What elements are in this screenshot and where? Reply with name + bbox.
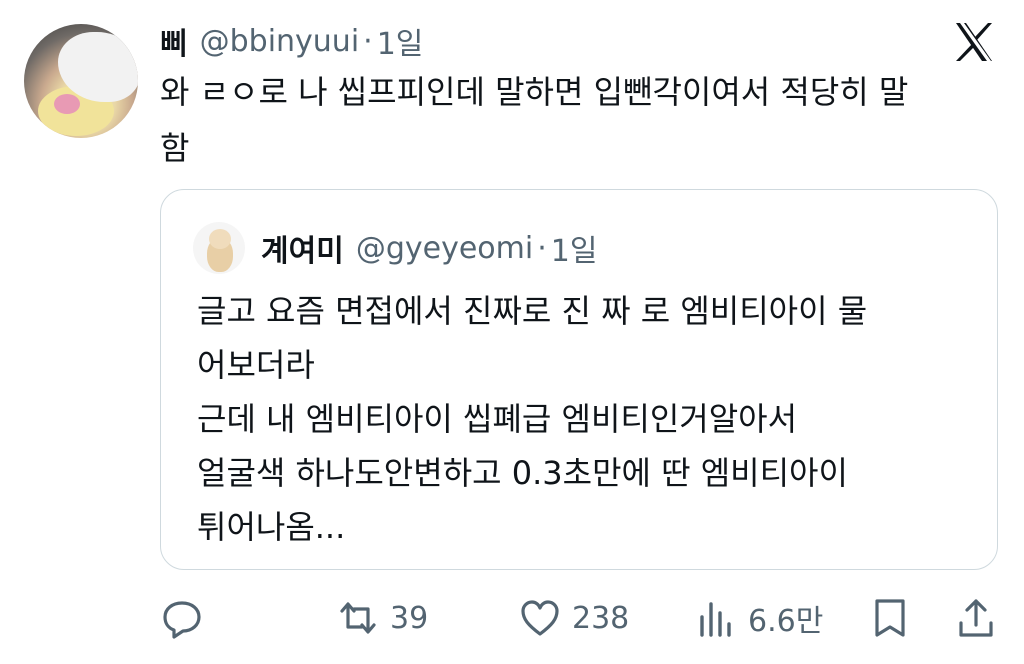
quoted-avatar[interactable] [193, 222, 245, 274]
views-button[interactable]: 6.6만 [694, 590, 823, 646]
retweet-count: 39 [390, 600, 429, 636]
retweet-icon [340, 602, 376, 634]
reply-button[interactable] [160, 590, 204, 646]
x-logo-icon [956, 23, 992, 61]
quoted-avatar-dog-head [209, 229, 231, 249]
like-count: 238 [572, 600, 630, 636]
quoted-separator-dot: · [537, 230, 547, 266]
quoted-time[interactable]: 1일 [551, 226, 598, 270]
views-count: 6.6만 [748, 604, 824, 639]
share-button[interactable] [954, 590, 998, 646]
quoted-author-handle[interactable]: @gyeyeomi [356, 231, 533, 266]
action-bar: 39 238 6.6만 [0, 590, 1024, 646]
quoted-tweet[interactable]: 계여미 @gyeyeomi · 1일 글고 요즘 면접에서 진짜로 진 짜 로 … [160, 189, 998, 570]
quoted-text: 글고 요즘 면접에서 진짜로 진 짜 로 엠비티아이 물 어보더라 근데 내 엠… [197, 292, 868, 546]
quoted-author-name[interactable]: 계여미 [261, 226, 344, 270]
tweet-time[interactable]: 1일 [377, 19, 424, 63]
separator-dot: · [363, 23, 373, 59]
bookmark-icon [875, 599, 905, 637]
views-icon [700, 602, 731, 637]
avatar-spot [54, 94, 80, 114]
quoted-header: 계여미 @gyeyeomi · 1일 [261, 226, 597, 270]
tweet-header: 삐 @bbinyuui · 1일 [160, 19, 424, 63]
share-icon [959, 599, 993, 637]
author-name[interactable]: 삐 [160, 19, 188, 63]
avatar[interactable] [24, 24, 138, 138]
retweet-button[interactable]: 39 [336, 590, 428, 646]
like-button[interactable]: 238 [518, 590, 629, 646]
bookmark-button[interactable] [868, 590, 912, 646]
tweet-text: 와 ㄹㅇ로 나 씹프피인데 말하면 입뺀각이여서 적당히 말 함 [160, 73, 909, 167]
reply-icon [163, 601, 201, 639]
heart-icon [521, 600, 559, 636]
author-handle[interactable]: @bbinyuui [200, 24, 360, 59]
